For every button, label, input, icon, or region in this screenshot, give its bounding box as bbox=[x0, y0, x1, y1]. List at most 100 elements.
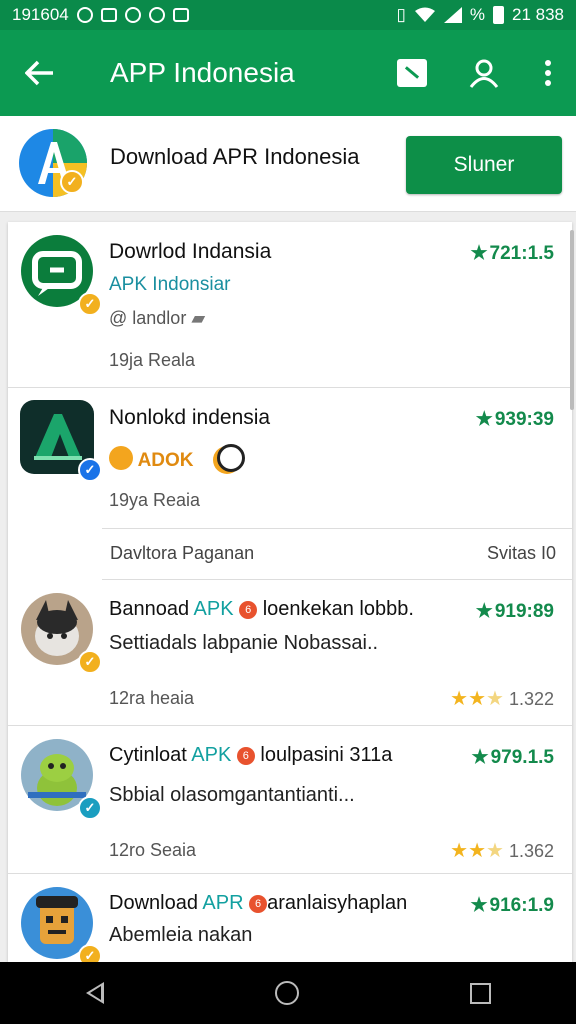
app-meta: 12ro Seaia bbox=[109, 840, 197, 860]
section-title: Davltora Paganan bbox=[110, 543, 255, 563]
badge-dot-icon: 6 bbox=[249, 895, 268, 913]
verified-badge-icon: ✓ bbox=[78, 944, 102, 962]
star-value: 1.322 bbox=[508, 689, 554, 709]
star-icon: ★ bbox=[468, 840, 486, 862]
app-description: Sbbial olasomgantantianti... bbox=[109, 784, 355, 806]
nav-back-button[interactable] bbox=[76, 972, 114, 1014]
star-icon: ★ bbox=[486, 688, 504, 710]
app-description: Settiadals labpanie Nobassai.. bbox=[109, 632, 379, 654]
header-card: ✓ Download APR Indonesia Sluner bbox=[0, 116, 576, 212]
name-part: loenkekan lobbb. bbox=[262, 598, 414, 620]
app-rating: ★ 721:1.5 bbox=[471, 242, 555, 265]
app-notification-icon bbox=[124, 7, 141, 23]
name-part: Download bbox=[109, 892, 198, 914]
list-item[interactable]: ✓ Nonlokd indensia ★ 939:39 ADOK 19ya Rea… bbox=[8, 388, 572, 528]
app-tag: @ landlor ▰ bbox=[109, 308, 205, 329]
app-icon: ✓ bbox=[20, 400, 102, 482]
rating-value: 979.1.5 bbox=[490, 747, 554, 768]
verified-badge-icon: ✓ bbox=[60, 170, 84, 194]
verified-badge-icon: ✓ bbox=[78, 458, 102, 482]
status-right-text: 21 838 bbox=[512, 5, 564, 24]
list-item[interactable]: ✓ Cytinloat APK 6 loulpasini 311a ★ 979.1… bbox=[8, 726, 572, 874]
signal-icon bbox=[443, 7, 462, 23]
nav-recents-button[interactable] bbox=[460, 973, 501, 1014]
more-vert-icon bbox=[545, 60, 551, 86]
arrow-left-icon bbox=[25, 60, 53, 86]
apk-label: APK bbox=[191, 744, 232, 766]
scrollbar[interactable] bbox=[570, 230, 574, 410]
app-name: Bannoad APK 6 loenkekan lobbb. bbox=[109, 598, 414, 621]
subtitle-text: ADOK bbox=[137, 450, 194, 471]
app-description: Abemleia nakan bbox=[109, 924, 253, 946]
overflow-menu-button[interactable] bbox=[520, 30, 576, 116]
battery-percent: % bbox=[469, 5, 485, 24]
battery-icon bbox=[493, 6, 504, 24]
rating-value: 939:39 bbox=[494, 409, 554, 430]
wifi-icon bbox=[414, 7, 435, 22]
gallery-icon bbox=[100, 8, 117, 22]
list-item[interactable]: ✓ Bannoad APK 6 loenkekan lobbb. ★ 919:89… bbox=[8, 580, 572, 726]
notification-icon bbox=[76, 7, 93, 23]
chrome-icon bbox=[148, 7, 165, 23]
badge-dot-icon: 6 bbox=[239, 601, 258, 619]
badge-dot-icon: 6 bbox=[236, 747, 255, 765]
app-rating: ★ 916:1.9 bbox=[471, 894, 555, 917]
app-logo: ✓ bbox=[18, 128, 88, 198]
app-name: Dowrlod Indansia bbox=[109, 240, 272, 263]
app-icon: ✓ bbox=[20, 592, 102, 674]
header-title: Download APR Indonesia bbox=[110, 144, 360, 169]
star-rating: ★★★ 1.362 bbox=[450, 838, 554, 863]
app-bar: APP Indonesia bbox=[0, 30, 576, 116]
section-link[interactable]: Svitas I0 bbox=[487, 543, 556, 564]
status-time: 191604 bbox=[12, 5, 69, 24]
back-button[interactable] bbox=[0, 30, 80, 116]
share-icon: ▰ bbox=[191, 308, 206, 328]
vibrate-icon: ▯ bbox=[396, 5, 406, 24]
app-meta: 19ya Reaia bbox=[109, 490, 201, 510]
app-subtitle: ADOK bbox=[109, 444, 245, 472]
star-icon: ★ bbox=[470, 243, 488, 264]
header-action-button[interactable]: Sluner bbox=[406, 136, 562, 194]
verified-badge-icon: ✓ bbox=[78, 292, 102, 316]
app-meta: 19ja Reala bbox=[109, 350, 196, 370]
name-part: Bannoad bbox=[109, 598, 190, 620]
app-icon: ✓ bbox=[20, 886, 102, 962]
verified-badge-icon: ✓ bbox=[78, 650, 102, 674]
tag-text: @ landlor bbox=[109, 308, 187, 328]
rating-value: 919:89 bbox=[494, 601, 554, 622]
flag-button[interactable] bbox=[376, 30, 448, 116]
app-subtitle: APK Indonsiar bbox=[109, 274, 231, 295]
apk-label: APK bbox=[193, 598, 234, 620]
star-icon: ★ bbox=[486, 840, 504, 862]
list-item[interactable]: ✓ Dowrlod Indansia ★ 721:1.5 APK Indonsia… bbox=[8, 222, 572, 388]
star-icon: ★ bbox=[450, 840, 469, 862]
apk-label: APR bbox=[202, 892, 244, 914]
app-name: Nonlokd indensia bbox=[109, 406, 271, 429]
chat-icon bbox=[216, 444, 245, 472]
list-item[interactable]: ✓ Download APR 6 aranlaisyhaplan ★ 916:1.9… bbox=[8, 874, 572, 962]
star-value: 1.362 bbox=[508, 841, 554, 861]
star-rating: ★★★ 1.322 bbox=[450, 686, 554, 711]
rating-value: 916:1.9 bbox=[489, 895, 554, 916]
app-meta: 12ra heaia bbox=[109, 688, 195, 708]
star-icon: ★ bbox=[475, 601, 493, 622]
app-name: Cytinloat APK 6 loulpasini 311a bbox=[109, 744, 392, 767]
section-header[interactable]: Davltora Paganan Svitas I0 bbox=[102, 528, 572, 580]
name-part: loulpasini 311a bbox=[260, 744, 393, 766]
app-icon: ✓ bbox=[20, 738, 102, 820]
app-name: Download APR 6 aranlaisyhaplan bbox=[109, 892, 407, 915]
app-rating: ★ 939:39 bbox=[476, 408, 554, 431]
app-list: ✓ Dowrlod Indansia ★ 721:1.5 APK Indonsia… bbox=[8, 222, 572, 962]
rating-value: 721:1.5 bbox=[489, 243, 554, 264]
emoji-icon bbox=[109, 446, 133, 470]
nav-home-button[interactable] bbox=[265, 971, 309, 1015]
verified-badge-icon: ✓ bbox=[78, 796, 102, 820]
system-nav-bar bbox=[0, 962, 576, 1024]
page-title: APP Indonesia bbox=[110, 57, 295, 88]
account-button[interactable] bbox=[448, 30, 520, 116]
person-icon bbox=[469, 59, 499, 88]
name-part: aranlaisyhaplan bbox=[267, 892, 408, 914]
star-icon: ★ bbox=[468, 688, 486, 710]
android-icon bbox=[172, 8, 189, 22]
app-icon: ✓ bbox=[20, 234, 102, 316]
